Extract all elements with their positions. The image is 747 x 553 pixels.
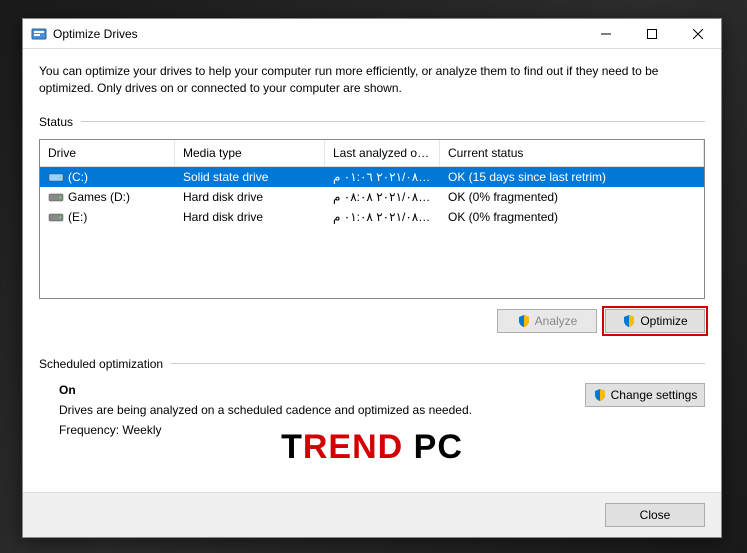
optimize-drives-window: Optimize Drives You can optimize your dr… xyxy=(22,18,722,538)
media-type: Hard disk drive xyxy=(175,210,325,224)
current-status: OK (15 days since last retrim) xyxy=(440,170,704,184)
drive-icon xyxy=(48,191,64,203)
status-section-label: Status xyxy=(39,115,705,129)
drive-name: Games (D:) xyxy=(68,190,130,204)
column-media[interactable]: Media type xyxy=(175,140,325,166)
table-row[interactable]: (E:) Hard disk drive٢٠٢١/٠٨/٢٣ ٠١:٠٨ مOK … xyxy=(40,207,704,227)
maximize-button[interactable] xyxy=(629,19,675,49)
close-button[interactable] xyxy=(675,19,721,49)
scheduled-section: Scheduled optimization On Drives are bei… xyxy=(39,357,705,437)
scheduled-label-text: Scheduled optimization xyxy=(39,357,163,371)
media-type: Solid state drive xyxy=(175,170,325,184)
footer: Close xyxy=(23,492,721,537)
scheduled-desc: Drives are being analyzed on a scheduled… xyxy=(59,403,565,417)
optimize-button[interactable]: Optimize xyxy=(605,309,705,333)
intro-text: You can optimize your drives to help you… xyxy=(39,63,705,97)
action-row: Analyze Optimize xyxy=(39,309,705,333)
scheduled-body: On Drives are being analyzed on a schedu… xyxy=(39,383,705,437)
divider xyxy=(81,121,705,122)
column-drive[interactable]: Drive xyxy=(40,140,175,166)
drive-name: (E:) xyxy=(68,210,87,224)
shield-icon xyxy=(517,314,531,328)
column-last[interactable]: Last analyzed or o... xyxy=(325,140,440,166)
scheduled-freq: Frequency: Weekly xyxy=(59,423,565,437)
shield-icon xyxy=(622,314,636,328)
analyze-label: Analyze xyxy=(535,314,578,328)
close-footer-button[interactable]: Close xyxy=(605,503,705,527)
titlebar[interactable]: Optimize Drives xyxy=(23,19,721,49)
optimize-label: Optimize xyxy=(640,314,687,328)
list-header[interactable]: Drive Media type Last analyzed or o... C… xyxy=(40,140,704,167)
current-status: OK (0% fragmented) xyxy=(440,210,704,224)
list-rows: (C:)Solid state drive٢٠٢١/٠٨/٠٨ ٠١:٠٦ مO… xyxy=(40,167,704,298)
last-analyzed: ٢٠٢١/٠٨/٠٨ ٠١:٠٦ م xyxy=(325,170,440,184)
change-settings-button[interactable]: Change settings xyxy=(585,383,705,407)
minimize-button[interactable] xyxy=(583,19,629,49)
window-title: Optimize Drives xyxy=(53,27,583,41)
drive-icon xyxy=(48,171,64,183)
divider xyxy=(171,363,705,364)
scheduled-text: On Drives are being analyzed on a schedu… xyxy=(39,383,565,437)
shield-icon xyxy=(593,388,607,402)
last-analyzed: ٢٠٢١/٠٨/٢٣ ٠١:٠٨ م xyxy=(325,210,440,224)
content-area: You can optimize your drives to help you… xyxy=(23,49,721,492)
current-status: OK (0% fragmented) xyxy=(440,190,704,204)
column-status[interactable]: Current status xyxy=(440,140,704,166)
drive-name: (C:) xyxy=(68,170,88,184)
drives-list[interactable]: Drive Media type Last analyzed or o... C… xyxy=(39,139,705,299)
table-row[interactable]: Games (D:) Hard disk drive٢٠٢١/٠٨/٢٣ ٠٨:٠… xyxy=(40,187,704,207)
scheduled-label: Scheduled optimization xyxy=(39,357,705,371)
analyze-button[interactable]: Analyze xyxy=(497,309,597,333)
close-label: Close xyxy=(640,508,671,522)
status-label-text: Status xyxy=(39,115,73,129)
scheduled-on: On xyxy=(59,383,565,397)
change-settings-label: Change settings xyxy=(611,388,698,402)
drive-icon xyxy=(48,211,64,223)
table-row[interactable]: (C:) Solid state drive٢٠٢١/٠٨/٠٨ ٠١:٠٦ مO… xyxy=(40,167,704,187)
media-type: Hard disk drive xyxy=(175,190,325,204)
app-icon xyxy=(31,26,47,42)
last-analyzed: ٢٠٢١/٠٨/٢٣ ٠٨:٠٨ م xyxy=(325,190,440,204)
